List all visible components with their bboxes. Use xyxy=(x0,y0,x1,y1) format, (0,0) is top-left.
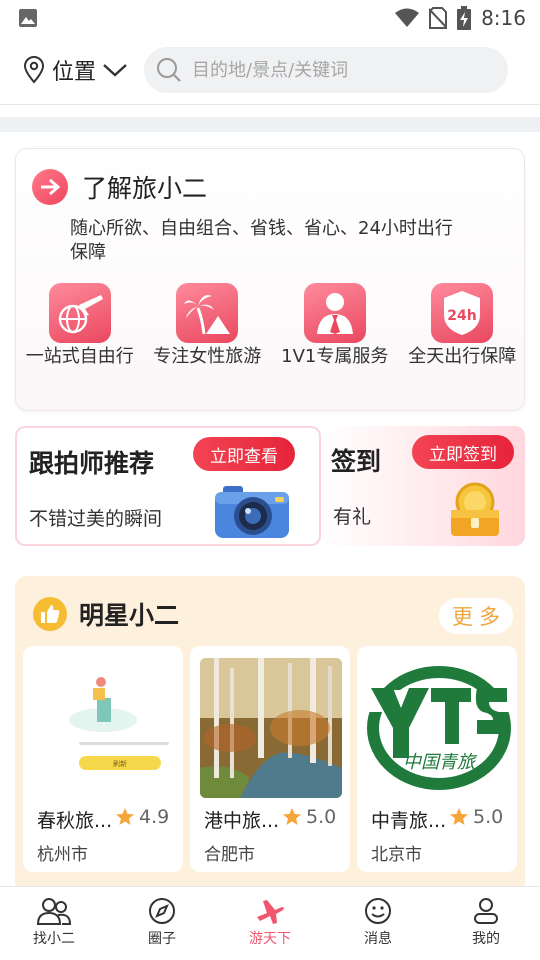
header-divider xyxy=(0,104,540,105)
thumbs-up-icon xyxy=(33,597,67,631)
star-agencies-section: 明星小二 更多 刷新 春秋旅... 4.9 杭州市 港中旅... 5.0 合肥市… xyxy=(15,576,525,896)
feature-item-24h-support[interactable]: 24h 全天出行保障 xyxy=(399,283,527,369)
nav-label: 找小二 xyxy=(33,931,75,947)
photographer-subtitle: 不错过美的瞬间 xyxy=(29,508,163,530)
rating-value: 5.0 xyxy=(473,806,504,828)
feature-item-women-travel[interactable]: 专注女性旅游 xyxy=(144,283,272,369)
nav-label: 我的 xyxy=(472,931,500,947)
smiley-icon xyxy=(365,898,391,924)
tab-travel[interactable]: 游天下 xyxy=(216,887,324,960)
search-icon xyxy=(157,58,181,82)
search-bar[interactable] xyxy=(144,47,509,93)
palm-tree-icon xyxy=(176,283,239,343)
people-icon xyxy=(36,898,72,925)
app-placeholder-illustration: 刷新 xyxy=(69,677,169,770)
tab-circle[interactable]: 圈子 xyxy=(108,887,216,960)
location-pin-icon xyxy=(23,56,45,84)
tab-mine[interactable]: 我的 xyxy=(432,887,540,960)
tab-find-guide[interactable]: 找小二 xyxy=(0,887,108,960)
section-spacer xyxy=(0,117,540,132)
feature-item-all-in-one[interactable]: 一站式自由行 xyxy=(16,283,144,369)
stars-title: 明星小二 xyxy=(79,601,180,630)
cyts-logo-image: 中国青旅 xyxy=(365,658,513,798)
agency-city: 合肥市 xyxy=(204,845,255,865)
chevron-down-icon xyxy=(103,64,127,77)
agency-card[interactable]: 中国青旅 中青旅... 5.0 北京市 xyxy=(357,646,517,872)
user-icon xyxy=(474,898,498,924)
star-icon xyxy=(283,808,301,825)
nav-label: 游天下 xyxy=(249,931,291,947)
agency-city: 杭州市 xyxy=(37,845,88,865)
checkin-promo-card[interactable]: 签到 有礼 立即签到 xyxy=(321,426,525,546)
feature-item-1v1-service[interactable]: 1V1专属服务 xyxy=(271,283,399,369)
feature-list: 一站式自由行 专注女性旅游 1V1专属服务 24h 全天出行保障 xyxy=(16,283,526,369)
forest-painting-image xyxy=(200,658,342,798)
image-notification-icon xyxy=(19,9,37,27)
checkin-title: 签到 xyxy=(331,447,382,476)
rating-value: 4.9 xyxy=(139,806,170,828)
agency-rating: 5.0 xyxy=(449,806,503,828)
view-now-button[interactable]: 立即查看 xyxy=(193,437,295,471)
agency-name: 春秋旅... xyxy=(37,810,113,832)
more-button[interactable]: 更多 xyxy=(439,598,513,634)
service-person-icon xyxy=(303,283,366,343)
nav-label: 圈子 xyxy=(148,931,176,947)
checkin-now-button[interactable]: 立即签到 xyxy=(412,435,514,469)
location-selector[interactable]: 位置 xyxy=(22,54,128,86)
airplane-globe-icon xyxy=(48,283,111,343)
tab-messages[interactable]: 消息 xyxy=(324,887,432,960)
agency-rating: 4.9 xyxy=(115,806,169,828)
refresh-button-text: 刷新 xyxy=(113,759,127,768)
star-icon xyxy=(116,808,134,825)
feature-label: 一站式自由行 xyxy=(25,346,134,367)
feature-label: 专注女性旅游 xyxy=(153,346,262,367)
feature-label: 全天出行保障 xyxy=(408,346,517,367)
star-icon xyxy=(450,808,468,825)
wifi-icon xyxy=(395,8,420,27)
photographer-promo-card[interactable]: 跟拍师推荐 不错过美的瞬间 立即查看 xyxy=(15,426,321,546)
agency-city: 北京市 xyxy=(371,845,422,865)
agency-name: 港中旅... xyxy=(204,810,280,832)
agency-rating: 5.0 xyxy=(282,806,336,828)
agency-image-placeholder: 刷新 xyxy=(39,658,181,798)
compass-icon xyxy=(149,898,175,924)
battery-charging-icon xyxy=(457,6,472,30)
agency-name: 中青旅... xyxy=(371,810,447,832)
agency-card[interactable]: 刷新 春秋旅... 4.9 杭州市 xyxy=(23,646,183,872)
airplane-icon xyxy=(257,900,284,924)
search-input[interactable] xyxy=(192,59,493,81)
feature-label: 1V1专属服务 xyxy=(281,346,389,367)
about-header[interactable]: 了解旅小二 xyxy=(32,169,207,205)
stars-header: 明星小二 xyxy=(33,596,179,632)
checkin-subtitle: 有礼 xyxy=(333,506,372,528)
24h-shield-icon: 24h xyxy=(431,283,494,343)
about-title: 了解旅小二 xyxy=(82,174,208,203)
agency-card[interactable]: 港中旅... 5.0 合肥市 xyxy=(190,646,350,872)
about-card: 了解旅小二 随心所欲、自由组合、省钱、省心、24小时出行保障 一站式自由行 专注… xyxy=(15,148,525,411)
camera-icon xyxy=(215,486,289,538)
arrow-right-icon xyxy=(32,169,68,205)
bottom-navigation: 找小二 圈子 游天下 消息 我的 xyxy=(0,886,540,960)
about-description: 随心所欲、自由组合、省钱、省心、24小时出行保障 xyxy=(70,218,453,263)
top-header: 位置 xyxy=(0,44,540,96)
location-label: 位置 xyxy=(52,60,97,85)
24h-badge-text: 24h xyxy=(448,308,477,324)
gold-treasure-chest-icon xyxy=(451,482,499,536)
nav-label: 消息 xyxy=(364,931,392,947)
photographer-title: 跟拍师推荐 xyxy=(29,449,155,478)
status-bar: 8:16 xyxy=(0,0,540,36)
cyts-logo-text: 中国青旅 xyxy=(403,752,478,773)
rating-value: 5.0 xyxy=(306,806,337,828)
no-sim-icon xyxy=(429,7,448,29)
status-time: 8:16 xyxy=(481,6,526,30)
